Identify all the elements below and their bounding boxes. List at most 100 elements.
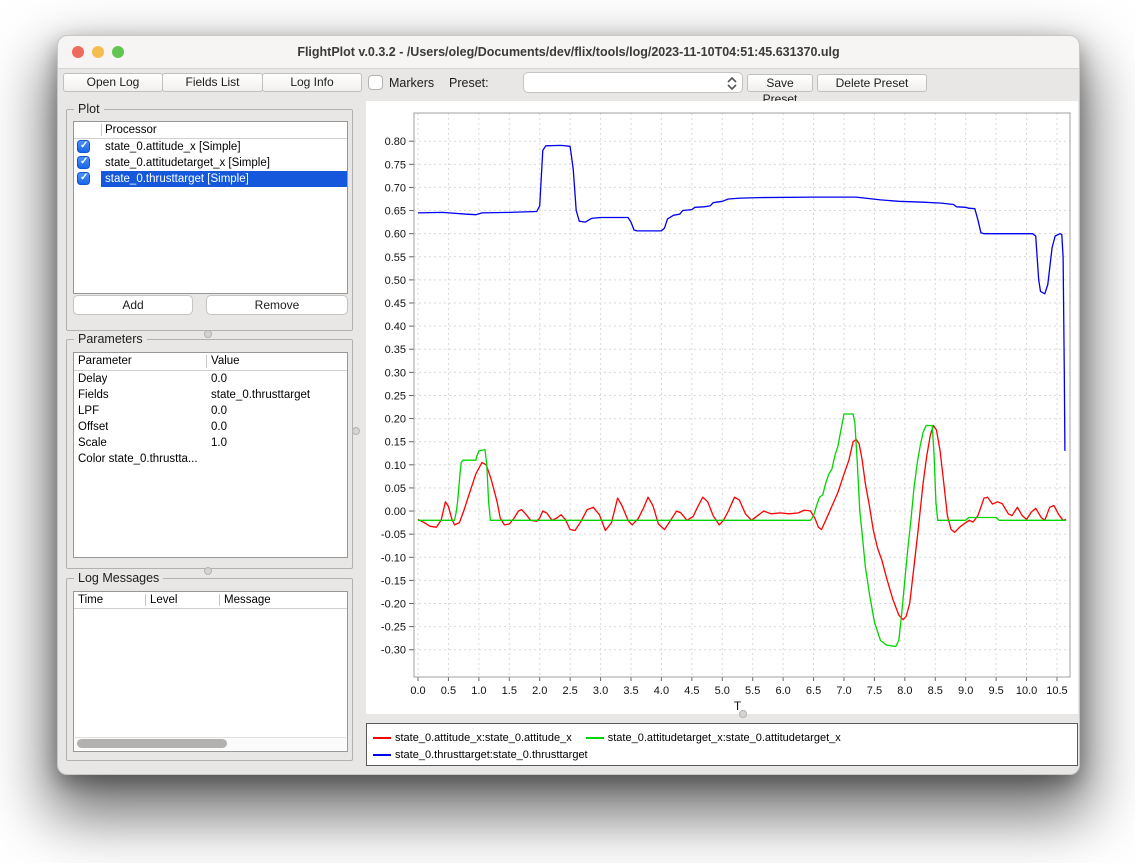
y-tick-label: 0.50 xyxy=(385,275,406,287)
splitter-grip-chart-legend[interactable] xyxy=(739,710,747,718)
y-tick-label: 0.55 xyxy=(385,252,406,264)
delete-preset-button[interactable]: Delete Preset xyxy=(817,74,927,92)
legend-row: state_0.thrusttarget:state_0.thrusttarge… xyxy=(373,746,1071,763)
param-value: 0.0 xyxy=(211,421,227,433)
row-checkbox-checked[interactable] xyxy=(77,156,90,169)
y-tick-label: 0.15 xyxy=(385,437,406,449)
save-preset-button[interactable]: Save Preset xyxy=(747,74,813,92)
log-messages-table[interactable]: Time Level Message xyxy=(73,591,348,752)
y-tick-label: 0.25 xyxy=(385,390,406,402)
legend-line-green-icon xyxy=(586,737,604,739)
parameters-table[interactable]: Parameter Value Delay 0.0 Fields state_0… xyxy=(73,352,348,558)
y-tick-label: -0.15 xyxy=(381,575,406,587)
chart-axes: 0.00.51.01.52.02.53.03.54.04.55.05.56.06… xyxy=(381,136,1068,697)
series-line-2 xyxy=(418,145,1065,451)
legend-entry-attitudetarget-x: state_0.attitudetarget_x:state_0.attitud… xyxy=(586,732,841,744)
legend-line-red-icon xyxy=(373,737,391,739)
horizontal-scrollbar-thumb[interactable] xyxy=(77,739,227,748)
remove-button[interactable]: Remove xyxy=(206,295,348,315)
message-column-header: Message xyxy=(224,594,271,606)
plot-row-label: state_0.thrusttarget [Simple] xyxy=(105,173,249,185)
x-tick-label: 6.5 xyxy=(806,685,821,697)
x-tick-label: 2.0 xyxy=(532,685,547,697)
x-tick-label: 0.5 xyxy=(441,685,456,697)
param-value: 0.0 xyxy=(211,405,227,417)
y-tick-label: -0.30 xyxy=(381,645,406,657)
param-row-fields[interactable]: Fields state_0.thrusttarget xyxy=(74,387,347,403)
preset-label: Preset: xyxy=(449,76,489,90)
row-checkbox-checked[interactable] xyxy=(77,172,90,185)
y-tick-label: 0.75 xyxy=(385,159,406,171)
row-checkbox-checked[interactable] xyxy=(77,140,90,153)
x-tick-label: 5.5 xyxy=(745,685,760,697)
window-title: FlightPlot v.0.3.2 - /Users/oleg/Documen… xyxy=(58,45,1079,59)
param-name: Fields xyxy=(78,389,109,401)
value-column-header: Value xyxy=(211,355,240,367)
y-tick-label: 0.05 xyxy=(385,483,406,495)
horizontal-scrollbar[interactable] xyxy=(75,737,346,750)
plot-row-attitude-x[interactable]: state_0.attitude_x [Simple] xyxy=(74,139,347,155)
parameters-table-header: Parameter Value xyxy=(74,353,347,371)
parameters-group: Parameters Parameter Value Delay 0.0 Fie… xyxy=(66,339,353,569)
param-row-delay[interactable]: Delay 0.0 xyxy=(74,371,347,387)
x-tick-label: 8.5 xyxy=(928,685,943,697)
plot-list-header: Processor xyxy=(74,122,347,139)
x-tick-label: 4.0 xyxy=(654,685,669,697)
chart-panel: 0.00.51.01.52.02.53.03.54.04.55.05.56.06… xyxy=(366,101,1078,714)
y-tick-label: -0.10 xyxy=(381,552,406,564)
plot-row-attitudetarget-x[interactable]: state_0.attitudetarget_x [Simple] xyxy=(74,155,347,171)
y-tick-label: 0.40 xyxy=(385,321,406,333)
param-row-scale[interactable]: Scale 1.0 xyxy=(74,435,347,451)
param-name: Scale xyxy=(78,437,107,449)
x-tick-label: 0.0 xyxy=(410,685,425,697)
y-tick-label: 0.35 xyxy=(385,344,406,356)
y-tick-label: 0.10 xyxy=(385,460,406,472)
plot-row-thrusttarget[interactable]: state_0.thrusttarget [Simple] xyxy=(74,171,347,187)
x-tick-label: 9.0 xyxy=(958,685,973,697)
y-tick-label: 0.80 xyxy=(385,136,406,148)
level-column-header: Level xyxy=(150,594,178,606)
markers-checkbox[interactable] xyxy=(368,75,383,90)
y-tick-label: 0.45 xyxy=(385,298,406,310)
legend-line-blue-icon xyxy=(373,754,391,756)
param-row-color[interactable]: Color state_0.thrustta... xyxy=(74,451,347,467)
combo-stepper-icon[interactable] xyxy=(724,75,740,90)
x-tick-label: 1.0 xyxy=(471,685,486,697)
param-value: 0.0 xyxy=(211,373,227,385)
param-value: state_0.thrusttarget xyxy=(211,389,310,401)
plot-list[interactable]: Processor state_0.attitude_x [Simple] st… xyxy=(73,121,348,294)
plot-group: Plot Processor state_0.attitude_x [Simpl… xyxy=(66,109,353,331)
plot-row-label: state_0.attitudetarget_x [Simple] xyxy=(105,157,270,169)
param-row-offset[interactable]: Offset 0.0 xyxy=(74,419,347,435)
log-info-button[interactable]: Log Info xyxy=(262,73,362,92)
chart-canvas[interactable]: 0.00.51.01.52.02.53.03.54.04.55.05.56.06… xyxy=(366,101,1078,714)
x-tick-label: 1.5 xyxy=(502,685,517,697)
log-messages-group: Log Messages Time Level Message xyxy=(66,578,353,761)
y-tick-label: 0.00 xyxy=(385,506,406,518)
splitter-grip-sidebar-chart[interactable] xyxy=(352,427,360,435)
time-column-header: Time xyxy=(78,594,103,606)
splitter-grip-parameters-log[interactable] xyxy=(204,567,212,575)
param-name: LPF xyxy=(78,405,99,417)
markers-label: Markers xyxy=(389,76,434,90)
param-row-lpf[interactable]: LPF 0.0 xyxy=(74,403,347,419)
param-name: Delay xyxy=(78,373,107,385)
app-window: FlightPlot v.0.3.2 - /Users/oleg/Documen… xyxy=(57,35,1080,775)
add-button[interactable]: Add xyxy=(73,295,193,315)
preset-combobox[interactable] xyxy=(523,72,743,93)
titlebar: FlightPlot v.0.3.2 - /Users/oleg/Documen… xyxy=(58,36,1079,69)
plot-group-title: Plot xyxy=(74,102,104,116)
open-log-button[interactable]: Open Log xyxy=(63,73,163,92)
x-tick-label: 10.0 xyxy=(1016,685,1037,697)
splitter-grip-plot-parameters[interactable] xyxy=(204,330,212,338)
legend-entry-thrusttarget: state_0.thrusttarget:state_0.thrusttarge… xyxy=(373,749,588,761)
fields-list-button[interactable]: Fields List xyxy=(162,73,263,92)
parameter-column-header: Parameter xyxy=(78,355,132,367)
legend-label: state_0.thrusttarget:state_0.thrusttarge… xyxy=(395,749,588,761)
parameters-group-title: Parameters xyxy=(74,332,147,346)
x-tick-label: 6.0 xyxy=(775,685,790,697)
y-tick-label: -0.05 xyxy=(381,529,406,541)
legend-row: state_0.attitude_x:state_0.attitude_x st… xyxy=(373,729,1071,746)
x-tick-label: 7.0 xyxy=(836,685,851,697)
log-table-header: Time Level Message xyxy=(74,592,347,609)
